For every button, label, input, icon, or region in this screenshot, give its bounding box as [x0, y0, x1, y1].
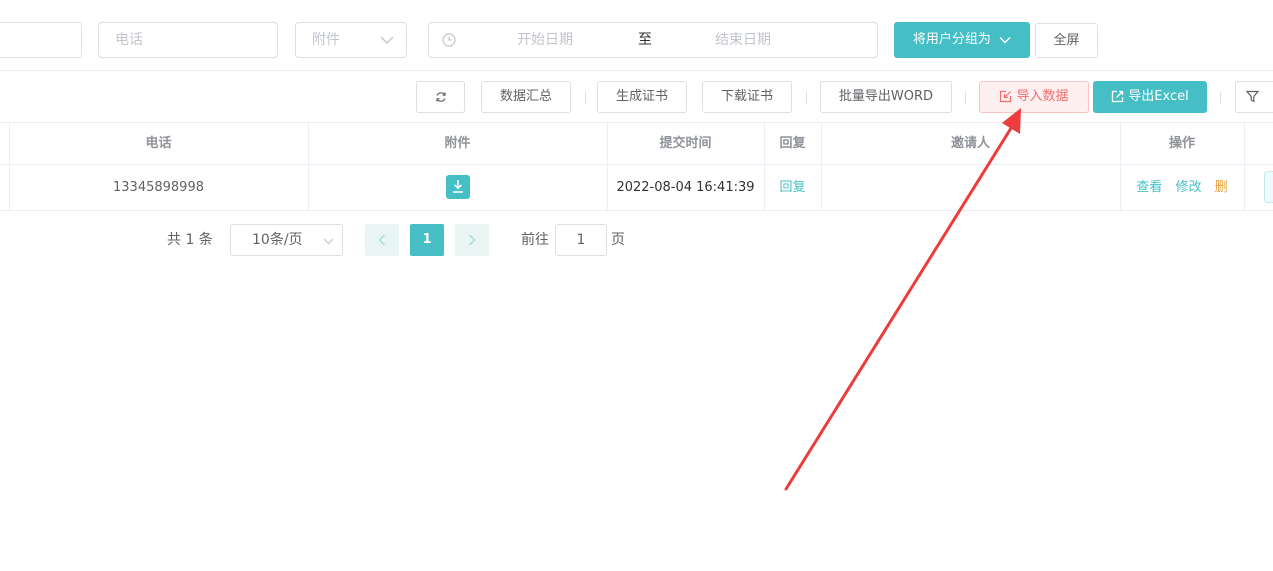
- filter-divider: [0, 70, 1273, 71]
- export-excel-label: 导出Excel: [1128, 89, 1189, 104]
- group-users-label: 将用户分组为: [912, 32, 991, 47]
- delete-link[interactable]: 删: [1215, 180, 1228, 195]
- refresh-icon: [435, 91, 446, 102]
- toolbar-separator: [806, 92, 807, 104]
- pagination-total: 共 1 条: [167, 232, 213, 248]
- filter-icon: [1245, 90, 1260, 103]
- cell-phone: 13345898998: [113, 180, 204, 195]
- phone-placeholder: 电话: [115, 32, 143, 48]
- prev-page-button[interactable]: [365, 224, 399, 256]
- filter-button[interactable]: [1235, 81, 1273, 113]
- date-range-picker[interactable]: 开始日期 至 结束日期: [428, 22, 878, 58]
- page-size-value: 10条/页: [252, 232, 303, 248]
- chevron-right-icon: [469, 234, 476, 245]
- chevron-down-icon: [323, 238, 334, 245]
- header-actions: 操作: [1168, 136, 1195, 151]
- header-phone: 电话: [145, 136, 172, 151]
- download-certificate-button[interactable]: 下载证书: [702, 81, 792, 113]
- page-suffix: 页: [611, 232, 625, 248]
- page-size-select[interactable]: 10条/页: [230, 224, 343, 256]
- header-attachment: 附件: [444, 136, 471, 151]
- date-separator: 至: [638, 32, 652, 48]
- group-users-button[interactable]: 将用户分组为: [894, 22, 1030, 58]
- reply-link[interactable]: 回复: [764, 165, 821, 210]
- name-input[interactable]: [0, 22, 82, 58]
- download-attachment-button[interactable]: [446, 175, 470, 199]
- download-icon: [453, 180, 463, 193]
- import-data-label: 导入数据: [1016, 89, 1069, 104]
- cell-actions: 查看 修改 删: [1120, 165, 1244, 210]
- cell-attachment: [308, 165, 607, 210]
- next-page-button[interactable]: [455, 224, 489, 256]
- fullscreen-button[interactable]: 全屏: [1035, 23, 1098, 58]
- end-date-placeholder[interactable]: 结束日期: [715, 23, 771, 57]
- import-data-button[interactable]: 导入数据: [979, 81, 1089, 113]
- toolbar-separator: [965, 92, 966, 104]
- table-bottom-border: [0, 210, 1273, 211]
- data-summary-button[interactable]: 数据汇总: [481, 81, 571, 113]
- export-excel-button[interactable]: 导出Excel: [1093, 81, 1207, 113]
- chevron-down-icon: [380, 36, 394, 44]
- header-submit-time: 提交时间: [659, 136, 712, 151]
- goto-page-input[interactable]: 1: [555, 224, 607, 256]
- export-icon: [1112, 90, 1124, 103]
- column-divider: [1244, 122, 1245, 210]
- import-icon: [1000, 90, 1012, 103]
- view-link[interactable]: 查看: [1136, 180, 1162, 195]
- start-date-placeholder[interactable]: 开始日期: [517, 23, 573, 57]
- row-extra-button[interactable]: [1264, 171, 1273, 203]
- batch-export-word-button[interactable]: 批量导出WORD: [820, 81, 952, 113]
- cell-inviter: [821, 165, 1120, 210]
- edit-link[interactable]: 修改: [1175, 180, 1201, 195]
- header-reply: 回复: [779, 136, 806, 151]
- chevron-down-icon: [999, 36, 1011, 43]
- page-number-current[interactable]: 1: [410, 224, 444, 256]
- clock-icon: [442, 33, 456, 47]
- phone-input[interactable]: 电话: [98, 22, 278, 58]
- header-inviter: 邀请人: [950, 136, 990, 151]
- chevron-left-icon: [378, 234, 385, 245]
- generate-certificate-button[interactable]: 生成证书: [597, 81, 687, 113]
- toolbar-separator: [1220, 92, 1221, 104]
- cell-submit-time: 2022-08-04 16:41:39: [616, 180, 755, 195]
- goto-label: 前往: [521, 232, 549, 248]
- refresh-button[interactable]: [416, 81, 465, 113]
- toolbar-separator: [585, 92, 586, 104]
- attachment-select[interactable]: 附件: [295, 22, 407, 58]
